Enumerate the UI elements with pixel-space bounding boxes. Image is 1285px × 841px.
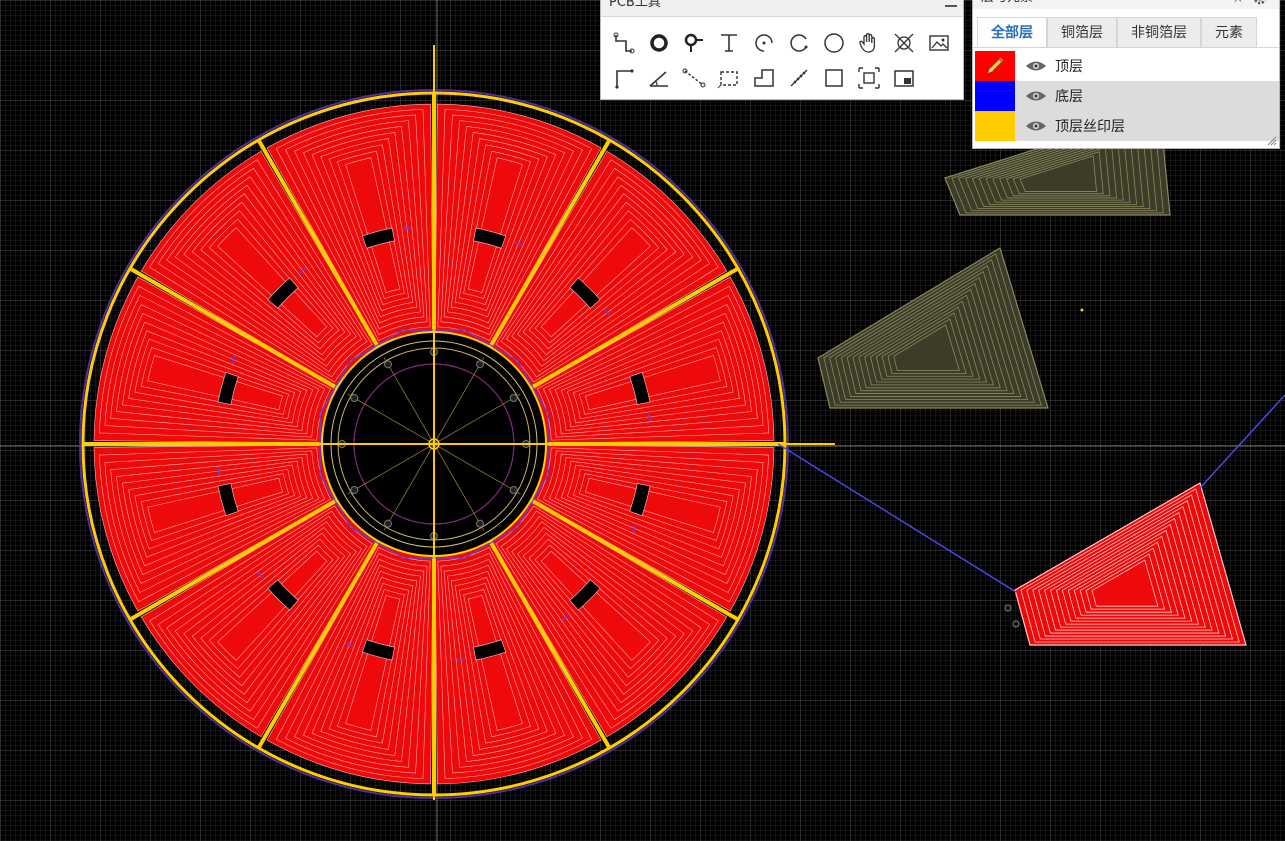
silk-dot — [1080, 308, 1084, 312]
arc-3point-tool[interactable] — [784, 28, 814, 58]
layer-row-top[interactable]: 顶层 — [975, 51, 1279, 81]
board-outline-tool[interactable] — [889, 63, 919, 93]
pin-icon[interactable] — [1231, 0, 1245, 5]
layer-color-swatch[interactable] — [975, 81, 1015, 111]
via[interactable] — [509, 394, 518, 402]
arc-3point-icon — [790, 34, 808, 52]
route-wire-tool[interactable] — [609, 28, 639, 58]
via-icon — [684, 33, 703, 52]
gear-icon[interactable] — [1253, 0, 1267, 5]
dimension-icon — [894, 33, 914, 53]
angle-icon — [649, 71, 668, 87]
arc-center-tool[interactable] — [749, 28, 779, 58]
via-tool[interactable] — [679, 28, 709, 58]
rectangle-tool[interactable] — [819, 63, 849, 93]
tool-row-2 — [609, 63, 919, 93]
angle-tool[interactable] — [644, 63, 674, 93]
tab-copper-layers[interactable]: 铜箔层 — [1047, 17, 1117, 47]
eye-icon[interactable] — [1025, 119, 1047, 133]
layer-name: 顶层 — [1055, 59, 1083, 75]
dashed-line-tool[interactable] — [679, 63, 709, 93]
via[interactable] — [350, 486, 359, 494]
group-icon — [858, 67, 880, 89]
text-tool[interactable] — [714, 28, 744, 58]
tab-non-copper-layers[interactable]: 非铜箔层 — [1117, 17, 1201, 47]
layer-name: 底层 — [1055, 89, 1083, 105]
polygon-area-icon — [754, 69, 774, 87]
dashed-line-icon — [682, 68, 706, 88]
layers-panel: 层与元素 全部层 铜箔层 非铜箔层 元素 顶层 底层 顶层丝印层 — [972, 0, 1280, 149]
eye-icon[interactable] — [1025, 89, 1047, 103]
pcb-tools-title: PCB工具 — [601, 0, 963, 17]
rectangle-select-icon — [717, 71, 738, 89]
pcb-tools-panel: PCB工具 — [600, 0, 964, 100]
via[interactable] — [476, 360, 484, 369]
layer-row-bottom[interactable]: 底层 — [975, 81, 1279, 111]
eye-icon[interactable] — [1025, 59, 1047, 73]
measure-tool[interactable] — [784, 63, 814, 93]
rectangle-select-tool[interactable] — [714, 63, 744, 93]
via[interactable] — [384, 360, 392, 369]
corner-line-tool[interactable] — [609, 63, 639, 93]
pad-icon — [650, 34, 668, 52]
pad-tool[interactable] — [644, 28, 674, 58]
via[interactable] — [509, 486, 518, 494]
route-wire-icon — [613, 32, 635, 54]
corner-line-icon — [615, 69, 634, 89]
circle-tool[interactable] — [819, 28, 849, 58]
pencil-icon — [987, 57, 1004, 74]
via[interactable] — [476, 519, 484, 528]
minimize-icon[interactable] — [945, 0, 957, 7]
tab-elements[interactable]: 元素 — [1201, 17, 1257, 47]
layer-color-swatch[interactable] — [975, 111, 1015, 141]
polygon-area-tool[interactable] — [749, 63, 779, 93]
via[interactable] — [384, 519, 392, 528]
layer-color-swatch[interactable] — [975, 51, 1015, 81]
pan-hand-icon — [859, 33, 876, 53]
dimension-tool[interactable] — [889, 28, 919, 58]
image-tool[interactable] — [924, 28, 954, 58]
resize-grip-icon[interactable] — [1265, 134, 1277, 146]
group-tool[interactable] — [854, 63, 884, 93]
tool-row-1 — [609, 28, 954, 58]
arc-center-icon — [755, 34, 773, 52]
layer-name: 顶层丝印层 — [1055, 119, 1125, 135]
circle-icon — [824, 33, 844, 53]
pan-hand-tool[interactable] — [854, 28, 884, 58]
text-icon — [721, 34, 737, 52]
tab-all-layers[interactable]: 全部层 — [977, 17, 1047, 47]
layer-row-top-silk[interactable]: 顶层丝印层 — [975, 111, 1279, 141]
rectangle-icon — [825, 69, 843, 87]
measure-icon — [790, 69, 808, 87]
via[interactable] — [350, 394, 359, 402]
board-outline-icon — [894, 70, 914, 87]
layers-tabs: 全部层 铜箔层 非铜箔层 元素 — [977, 17, 1257, 47]
image-icon — [929, 35, 949, 51]
